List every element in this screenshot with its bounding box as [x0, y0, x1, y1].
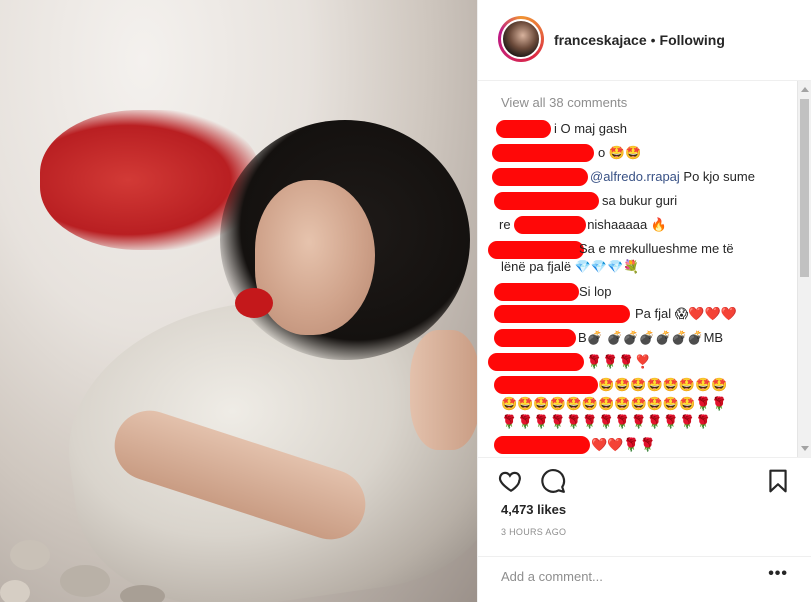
comment: re nishaaaaa 🔥	[494, 216, 667, 234]
post-panel: franceskajace • Following View all 38 comm…	[477, 0, 811, 602]
avatar-image	[501, 19, 541, 59]
comment-text: re	[499, 217, 511, 232]
comment-text: i O maj gash	[554, 121, 627, 136]
scroll-down-arrow-icon[interactable]	[801, 446, 809, 451]
comment-continued: 🌹🌹🌹🌹🌹🌹🌹🌹🌹🌹🌹🌹🌹	[501, 414, 711, 430]
add-comment-input[interactable]: Add a comment...	[501, 569, 603, 584]
comment-text: lënë pa fjalë 💎💎💎💐	[501, 259, 640, 274]
username-link[interactable]: franceskajace	[554, 32, 647, 48]
comment: Si lop	[494, 283, 612, 301]
comment-continued: 🤩🤩🤩🤩🤩🤩🤩🤩🤩🤩🤩🤩🌹🌹	[501, 396, 728, 412]
scroll-up-arrow-icon[interactable]	[801, 87, 809, 92]
post-header: franceskajace • Following	[478, 0, 811, 81]
redaction	[494, 329, 576, 347]
scrollbar-thumb[interactable]	[800, 99, 809, 277]
comment: 🌹🌹🌹❣️	[488, 353, 651, 371]
comment: Pa fjal 😱❤️❤️❤️	[494, 305, 737, 323]
redaction	[496, 120, 551, 138]
comment: o 🤩🤩	[492, 144, 641, 162]
redaction	[488, 353, 584, 371]
comment-text: ❤️❤️🌹🌹	[591, 437, 656, 452]
post-photo[interactable]	[0, 0, 477, 602]
photo-detail	[60, 565, 110, 597]
comment: ❤️❤️🌹🌹	[494, 436, 656, 454]
comment-text: B💣 💣💣💣💣💣💣MB	[578, 330, 724, 345]
comment-text: Pa fjal 😱❤️❤️❤️	[635, 306, 737, 321]
view-all-comments-link[interactable]: View all 38 comments	[501, 95, 627, 110]
redaction	[494, 283, 579, 301]
comment-continued: lënë pa fjalë 💎💎💎💐	[501, 259, 639, 275]
header-text: franceskajace • Following	[554, 32, 725, 48]
comment-bubble-icon[interactable]	[540, 468, 566, 494]
comment-text: 🌹🌹🌹❣️	[586, 354, 651, 369]
redaction	[514, 216, 586, 234]
photo-detail	[235, 288, 273, 318]
redaction	[494, 436, 590, 454]
follow-status-button[interactable]: Following	[660, 32, 725, 48]
post-actions: 4,473 likes 3 HOURS AGO Add a comment...…	[478, 457, 811, 603]
mention-link[interactable]: @alfredo.rrapaj	[590, 169, 680, 184]
comment: 🤩🤩🤩🤩🤩🤩🤩🤩	[494, 376, 728, 394]
comment: B💣 💣💣💣💣💣💣MB	[494, 329, 723, 347]
comment-text: Sa e mrekullueshme me të	[579, 241, 734, 256]
avatar[interactable]	[498, 16, 544, 62]
redaction	[492, 168, 588, 186]
post-timestamp: 3 HOURS AGO	[501, 527, 567, 537]
redaction	[488, 241, 584, 259]
comment: Sa e mrekullueshme me të	[488, 241, 734, 259]
comments-scrollbar[interactable]	[797, 81, 811, 457]
photo-detail	[410, 330, 477, 450]
comment-text: Po kjo sume	[679, 169, 755, 184]
redaction	[494, 305, 630, 323]
redaction	[494, 192, 599, 210]
comment: @alfredo.rrapaj Po kjo sume	[492, 168, 755, 186]
comment-text: 🤩🤩🤩🤩🤩🤩🤩🤩	[598, 377, 728, 392]
photo-detail	[120, 585, 165, 602]
redaction	[492, 144, 594, 162]
photo-detail	[0, 580, 30, 602]
more-options-icon[interactable]: •••	[768, 565, 788, 583]
bookmark-icon[interactable]	[765, 468, 791, 494]
comment-text: sa bukur guri	[602, 193, 678, 208]
comment-text: nishaaaaa 🔥	[587, 217, 667, 232]
photo-detail	[10, 540, 50, 570]
comment: i O maj gash	[494, 120, 627, 138]
comment-text: 🤩🤩🤩🤩🤩🤩🤩🤩🤩🤩🤩🤩🌹🌹	[501, 396, 728, 411]
redaction	[494, 376, 598, 394]
comment-text: 🌹🌹🌹🌹🌹🌹🌹🌹🌹🌹🌹🌹🌹	[501, 414, 712, 429]
comment-text: o 🤩🤩	[598, 145, 642, 160]
comment: sa bukur guri	[494, 192, 677, 210]
add-comment-bar: Add a comment... •••	[478, 556, 811, 604]
comment-text: Si lop	[579, 284, 612, 299]
separator: •	[650, 32, 656, 48]
like-heart-icon[interactable]	[498, 468, 524, 494]
comments-list: View all 38 comments i O maj gash o 🤩🤩 @…	[478, 81, 811, 457]
likes-count[interactable]: 4,473 likes	[501, 502, 566, 517]
